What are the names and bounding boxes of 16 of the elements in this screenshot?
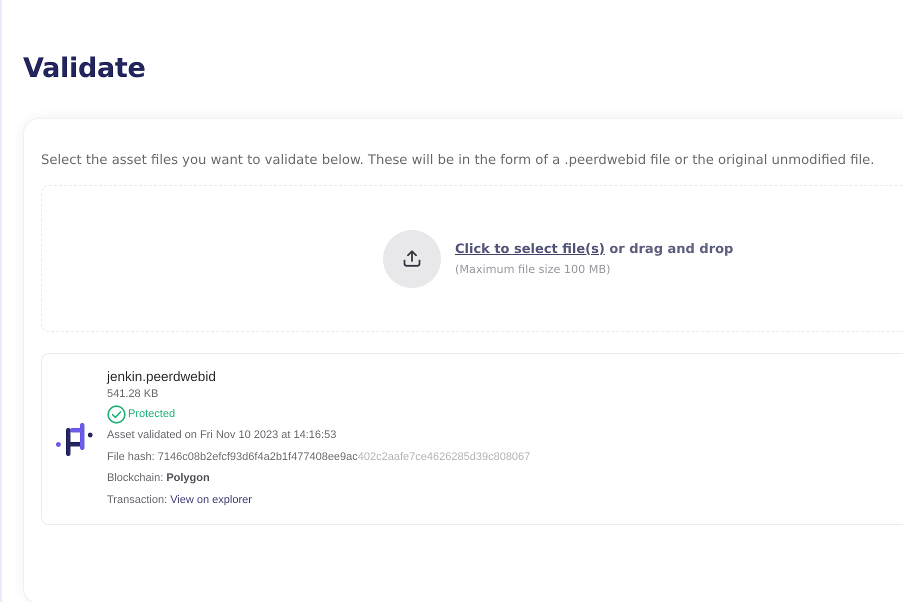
select-files-link[interactable]: Click to select file(s) — [455, 242, 605, 256]
upload-prompt: Click to select file(s) or drag and drop — [455, 242, 734, 256]
file-size-limit: (Maximum file size 100 MB) — [455, 262, 612, 276]
blockchain-info: Blockchain: Polygon — [107, 471, 211, 486]
status-label: Protected — [128, 408, 176, 420]
instructions-text: Select the asset files you want to validate below. These will be in the form of a .peerdwebid file or the original unmodified file. — [41, 152, 876, 170]
page-title: Validate — [23, 52, 147, 86]
explorer-link[interactable]: View on explorer — [170, 494, 252, 506]
check-circle-icon — [107, 404, 126, 424]
logo-icon — [56, 422, 93, 456]
file-dropzone[interactable]: Click to select file(s) or drag and drop (Maximum file size 100 MB) — [41, 185, 903, 332]
validation-date: Asset validated on Fri Nov 10 2023 at 14:16:53 — [107, 428, 338, 443]
file-size: 541.28 KB — [107, 387, 160, 402]
file-name: jenkin.peerdwebid — [107, 368, 217, 386]
upload-icon — [403, 250, 421, 267]
transaction-info: Transaction: View on explorer — [107, 492, 253, 508]
